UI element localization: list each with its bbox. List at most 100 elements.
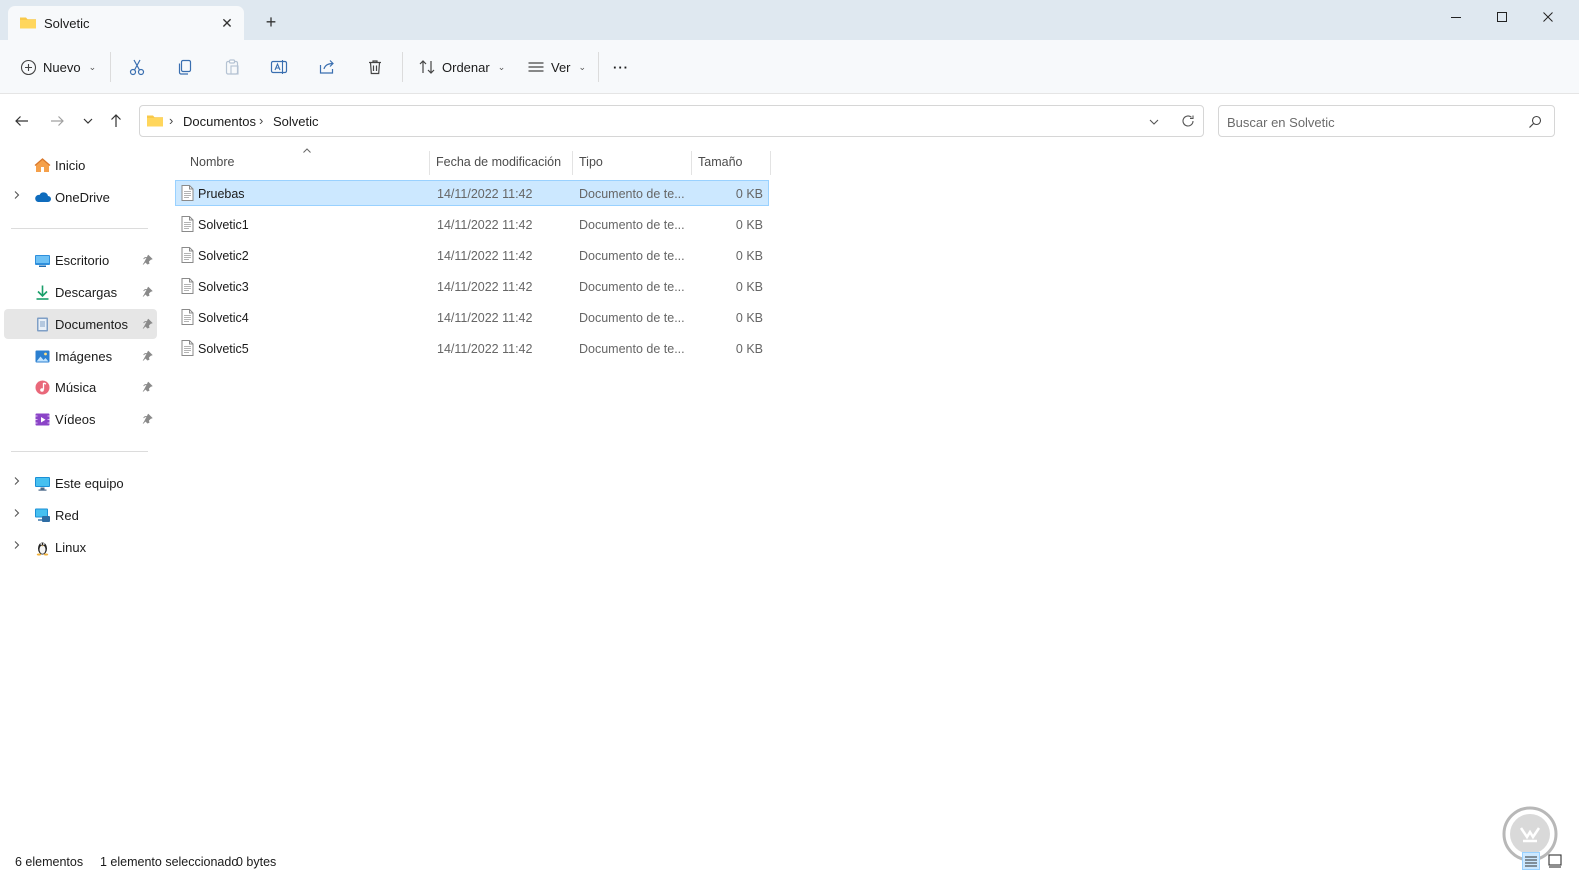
copy-button[interactable] — [176, 54, 194, 80]
file-row[interactable]: Solvetic1 14/11/2022 11:42 Documento de … — [175, 211, 769, 237]
delete-button[interactable] — [366, 54, 384, 80]
column-header-name[interactable]: Nombre — [190, 150, 428, 176]
sidebar-item-label: Música — [55, 380, 97, 395]
file-type: Documento de te... — [579, 311, 685, 325]
new-button-label: Nuevo — [43, 59, 81, 75]
file-row[interactable]: Solvetic5 14/11/2022 11:42 Documento de … — [175, 335, 769, 361]
sidebar-item-label: Este equipo — [55, 476, 124, 491]
status-bytes: 0 bytes — [236, 855, 277, 869]
sidebar-item-label: Linux — [55, 540, 87, 555]
back-button[interactable] — [11, 110, 33, 132]
details-view-button[interactable] — [1522, 852, 1540, 873]
list-view-icon — [528, 62, 544, 72]
pin-icon[interactable] — [142, 413, 153, 427]
column-header-size[interactable]: Tamaño — [698, 150, 770, 176]
tiles-view-button[interactable] — [1546, 852, 1564, 873]
paste-button[interactable] — [223, 54, 241, 80]
search-icon[interactable] — [1528, 115, 1542, 132]
sidebar-item-label: Escritorio — [55, 253, 110, 268]
address-dropdown-icon[interactable] — [1148, 116, 1160, 131]
pin-icon[interactable] — [142, 254, 153, 268]
copy-icon — [178, 59, 192, 75]
navigation-pane: Inicio OneDrive Escritorio Descargas Doc… — [0, 145, 162, 845]
chevron-right-icon[interactable] — [12, 190, 21, 203]
file-name: Solvetic2 — [198, 249, 249, 263]
folder-icon — [19, 15, 37, 33]
column-divider[interactable] — [691, 151, 692, 175]
pictures-icon — [34, 348, 51, 365]
column-header-type[interactable]: Tipo — [579, 150, 690, 176]
sidebar-item-videos[interactable]: Vídeos — [4, 404, 157, 434]
desktop-icon — [34, 252, 51, 269]
view-button[interactable]: Ver ⌄ — [527, 54, 586, 80]
linux-icon — [34, 539, 51, 556]
pin-icon[interactable] — [142, 350, 153, 364]
status-selection: 1 elemento seleccionado — [100, 855, 239, 869]
new-button[interactable]: Nuevo ⌄ — [20, 54, 96, 80]
file-row[interactable]: Solvetic3 14/11/2022 11:42 Documento de … — [175, 273, 769, 299]
file-type: Documento de te... — [579, 249, 685, 263]
sidebar-item-musica[interactable]: Música — [4, 372, 157, 402]
pin-icon[interactable] — [142, 381, 153, 395]
tab-solvetic[interactable]: Solvetic ✕ — [8, 6, 244, 40]
details-view-icon — [1522, 852, 1540, 870]
rename-button[interactable] — [270, 54, 288, 80]
recent-locations-button[interactable] — [77, 110, 99, 132]
search-input[interactable] — [1227, 112, 1517, 132]
sidebar-item-este-equipo[interactable]: Este equipo — [4, 468, 157, 498]
column-header-date[interactable]: Fecha de modificación — [436, 150, 571, 176]
column-divider[interactable] — [572, 151, 573, 175]
close-window-button[interactable] — [1528, 4, 1568, 30]
sort-icon — [419, 60, 435, 74]
tab-title: Solvetic — [44, 16, 90, 31]
more-options-button[interactable]: ··· — [613, 54, 629, 80]
address-bar[interactable]: › Documentos › Solvetic — [139, 105, 1204, 137]
breadcrumb-separator: › — [259, 113, 264, 128]
music-icon — [34, 379, 51, 396]
refresh-icon[interactable] — [1180, 113, 1196, 132]
tiles-view-icon — [1548, 854, 1562, 868]
sort-button[interactable]: Ordenar ⌄ — [418, 54, 505, 80]
column-divider[interactable] — [770, 151, 771, 175]
sidebar-item-inicio[interactable]: Inicio — [4, 150, 157, 180]
chevron-right-icon[interactable] — [12, 540, 21, 553]
breadcrumb-documentos[interactable]: Documentos — [183, 114, 256, 129]
sidebar-item-linux[interactable]: Linux — [4, 532, 157, 562]
sidebar-item-onedrive[interactable]: OneDrive — [4, 182, 157, 212]
sidebar-item-label: Red — [55, 508, 79, 523]
network-icon — [34, 507, 51, 524]
sidebar-item-imagenes[interactable]: Imágenes — [4, 341, 157, 371]
close-tab-button[interactable]: ✕ — [218, 14, 236, 32]
home-icon — [34, 157, 51, 174]
sidebar-item-label: Inicio — [55, 158, 86, 173]
forward-button[interactable] — [46, 110, 68, 132]
pin-icon[interactable] — [142, 286, 153, 300]
chevron-down-icon: ⌄ — [497, 61, 506, 72]
cloud-icon — [34, 189, 51, 206]
up-button[interactable] — [105, 110, 127, 132]
minimize-icon — [1451, 17, 1461, 18]
text-file-icon — [181, 309, 194, 328]
sidebar-item-documentos[interactable]: Documentos — [4, 309, 157, 339]
file-row[interactable]: Solvetic4 14/11/2022 11:42 Documento de … — [175, 304, 769, 330]
new-tab-button[interactable]: + — [262, 13, 280, 32]
chevron-right-icon[interactable] — [12, 508, 21, 521]
cut-button[interactable] — [128, 54, 146, 80]
file-row[interactable]: Solvetic2 14/11/2022 11:42 Documento de … — [175, 242, 769, 268]
sidebar-item-red[interactable]: Red — [4, 500, 157, 530]
chevron-right-icon[interactable] — [12, 476, 21, 489]
arrow-left-icon — [15, 116, 28, 126]
sidebar-item-label: Documentos — [55, 317, 128, 332]
file-row[interactable]: Pruebas 14/11/2022 11:42 Documento de te… — [175, 180, 769, 206]
share-button[interactable] — [318, 54, 336, 80]
breadcrumb-solvetic[interactable]: Solvetic — [273, 114, 319, 129]
sidebar-item-descargas[interactable]: Descargas — [4, 277, 157, 307]
file-type: Documento de te... — [579, 218, 685, 232]
column-divider[interactable] — [429, 151, 430, 175]
minimize-button[interactable] — [1436, 4, 1476, 30]
sidebar-item-escritorio[interactable]: Escritorio — [4, 245, 157, 275]
search-box[interactable] — [1218, 105, 1555, 137]
maximize-button[interactable] — [1482, 4, 1522, 30]
file-date: 14/11/2022 11:42 — [437, 342, 533, 356]
pin-icon[interactable] — [142, 318, 153, 332]
